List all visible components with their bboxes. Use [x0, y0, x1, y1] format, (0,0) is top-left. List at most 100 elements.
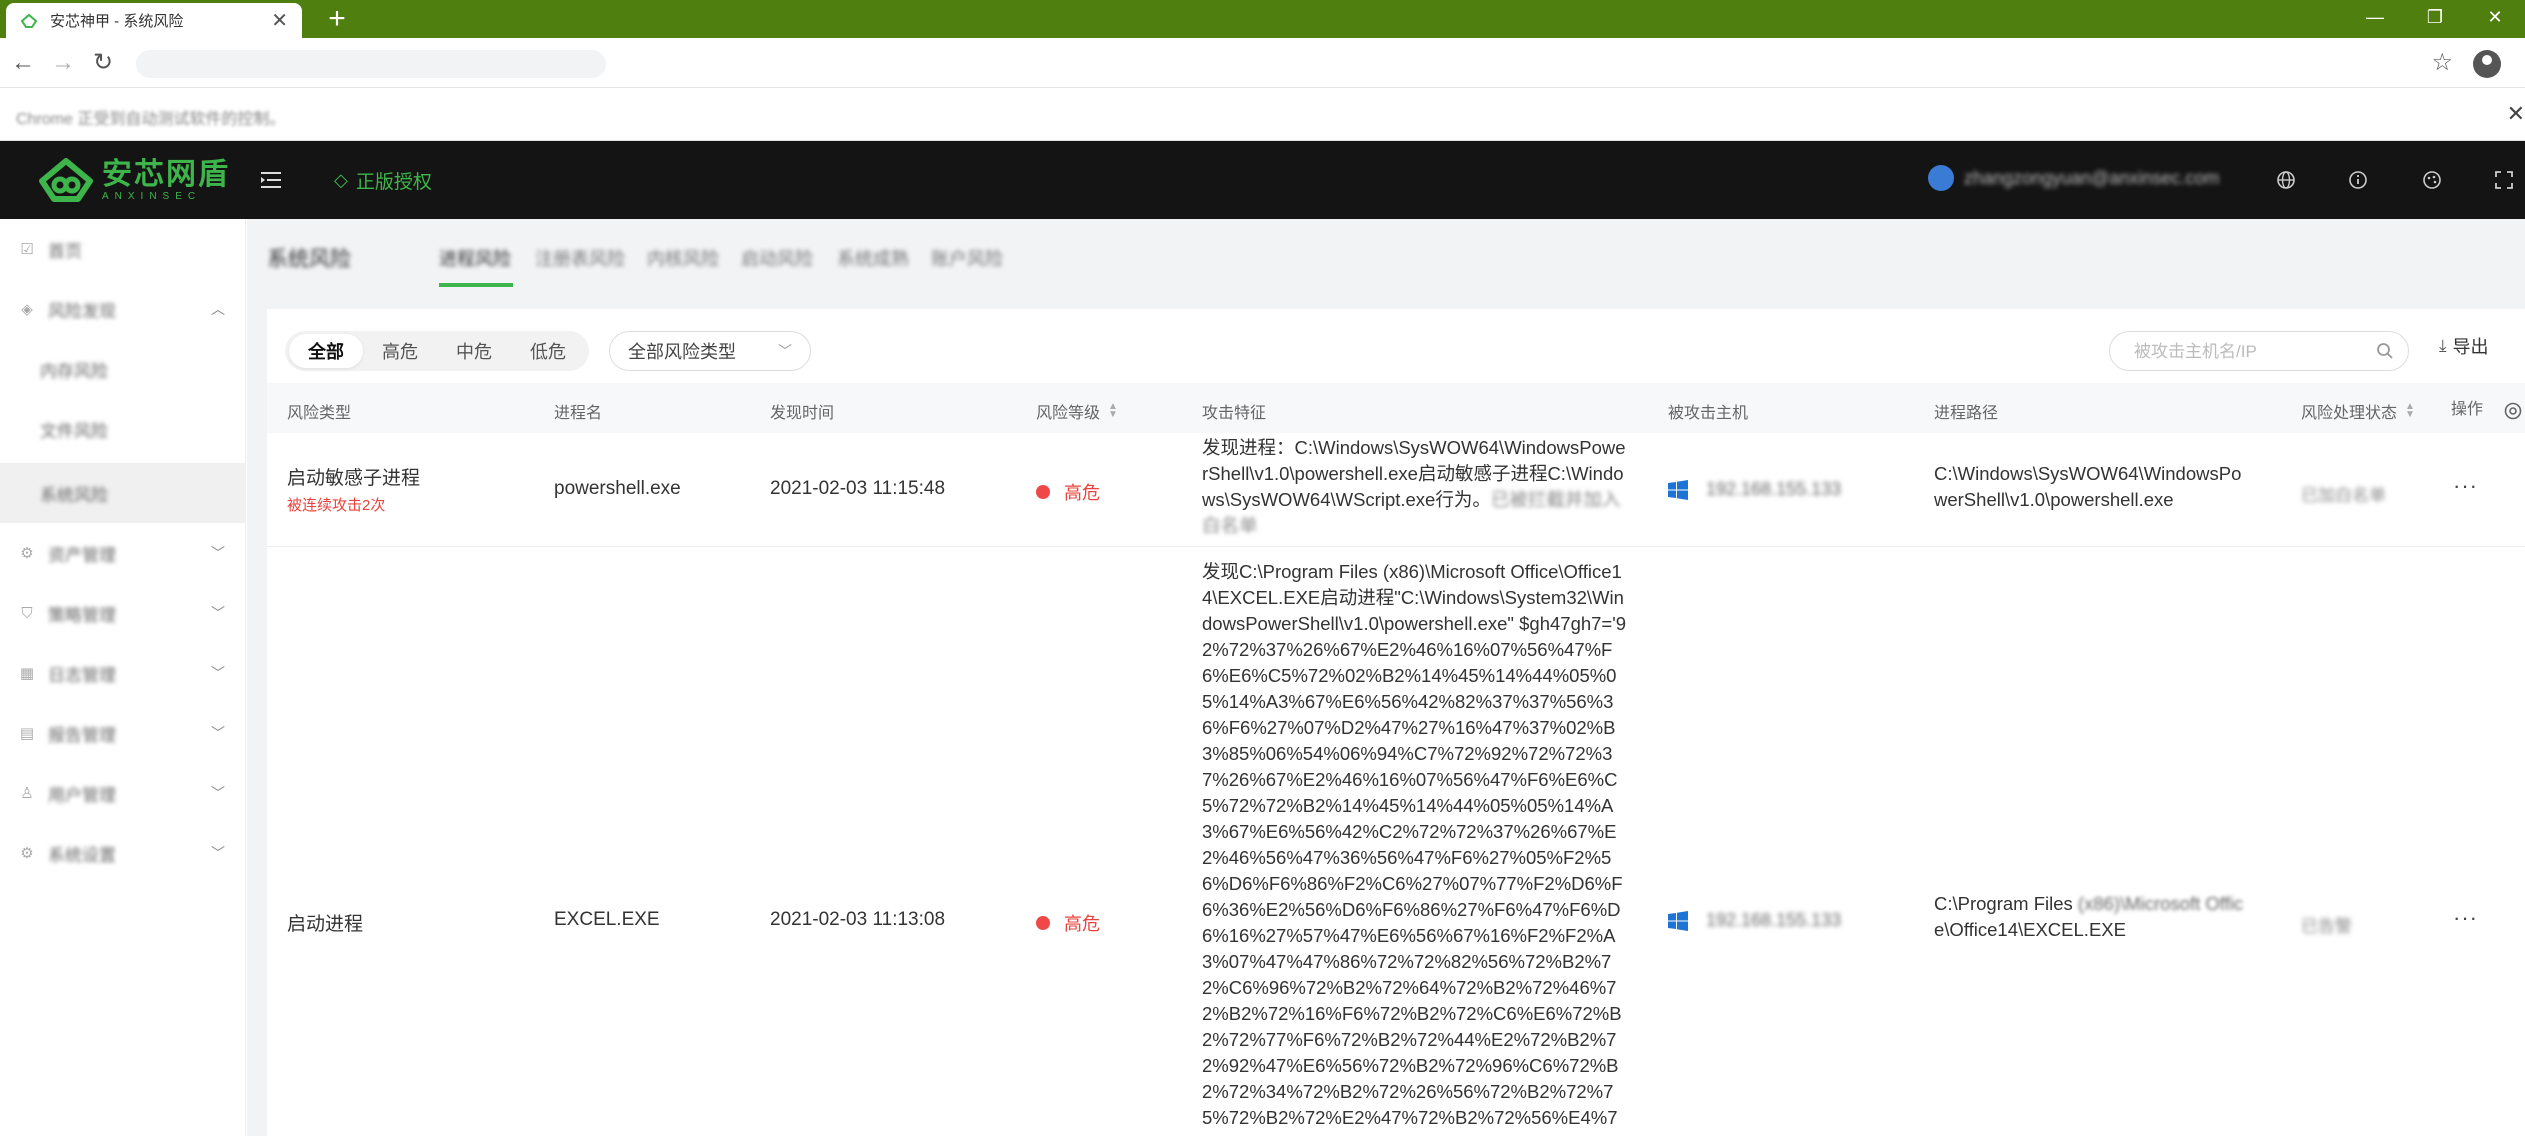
process-path: C:\Program Files (x86)\Microsoft Offic e\… — [1934, 891, 2252, 943]
sidebar-item-system-risk[interactable]: 系统风险 — [0, 463, 246, 523]
page-title: 系统风险 — [267, 248, 351, 271]
col-status-label: 风险处理状态 — [2301, 405, 2398, 422]
table-row[interactable]: 启动敏感子进程 被连续攻击2次 powershell.exe 2021-02-0… — [267, 433, 2525, 547]
active-tab-indicator — [439, 283, 513, 287]
filter-all-button[interactable]: 全部 — [289, 334, 363, 368]
tab-system-maturity[interactable]: 系统成熟 — [837, 245, 909, 271]
user-email: zhangzongyuan@anxinsec.com — [1964, 167, 2220, 188]
sidebar-item-policy[interactable]: ⛉ 策略管理 ﹀ — [0, 583, 246, 643]
attack-count: 被连续攻击2次 — [287, 497, 386, 514]
user-menu[interactable]: zhangzongyuan@anxinsec.com — [1928, 165, 2219, 191]
more-actions-icon[interactable]: ··· — [2453, 905, 2478, 931]
license-label: 正版授权 — [355, 172, 432, 193]
report-icon: ▤ — [19, 725, 35, 742]
chevron-down-icon: ﹀ — [211, 665, 225, 681]
sidebar-item-label: 系统风险 — [40, 485, 108, 505]
risk-type-cell: 启动进程 — [287, 909, 363, 936]
col-status[interactable]: 风险处理状态 ▲ ▼ — [2301, 399, 2415, 423]
tab-account-risk[interactable]: 账户风险 — [931, 245, 1003, 271]
tab-close-icon[interactable]: ✕ — [271, 8, 288, 33]
sidebar-item-label: 资产管理 — [48, 545, 116, 565]
restore-icon[interactable]: ❐ — [2405, 0, 2465, 34]
discover-time: 2021-02-03 11:15:48 — [770, 478, 946, 499]
app-logo[interactable]: 安芯网盾 ANXINSEC — [38, 155, 230, 205]
sidebar-item-logs[interactable]: ▦ 日志管理 ﹀ — [0, 643, 246, 703]
fullscreen-icon[interactable] — [2490, 166, 2518, 194]
chevron-down-icon: ﹀ — [211, 785, 225, 801]
sort-icon[interactable]: ▲ ▼ — [2405, 402, 2415, 420]
target-host[interactable]: 192.168.155.133 — [1668, 479, 1841, 500]
grid-icon: ▦ — [19, 665, 35, 682]
forward-arrow-icon[interactable]: → — [48, 48, 78, 78]
infobar-close-icon[interactable]: ✕ — [2507, 101, 2525, 127]
info-icon[interactable] — [2344, 166, 2372, 194]
sidebar-item-users[interactable]: ♙ 用户管理 ﹀ — [0, 763, 246, 823]
automation-infobar: Chrome 正受到自动测试软件的控制。 ✕ — [0, 89, 2525, 141]
sort-icon[interactable]: ▲ ▼ — [1108, 402, 1118, 420]
tab-startup-risk[interactable]: 启动风险 — [741, 245, 813, 271]
attack-feature: 发现C:\Program Files (x86)\Microsoft Offic… — [1202, 559, 1628, 1136]
risk-type: 启动进程 — [287, 914, 364, 935]
filter-high-button[interactable]: 高危 — [363, 334, 437, 368]
table-row[interactable]: 启动进程 EXCEL.EXE 2021-02-03 11:13:08 高危 发现… — [267, 547, 2525, 1136]
sidebar-item-file-risk[interactable]: 文件风险 — [0, 399, 246, 459]
window-close-icon[interactable]: ✕ — [2465, 0, 2525, 34]
app-favicon-icon — [20, 12, 38, 30]
download-icon: ⤓ — [2439, 336, 2447, 355]
col-action: 操作 — [2451, 401, 2484, 418]
check-square-icon: ☑ — [20, 241, 34, 258]
col-risk-level[interactable]: 风险等级 ▲ ▼ — [1036, 399, 1118, 423]
risk-level: 高危 — [1036, 479, 1100, 505]
risk-type-select[interactable]: 全部风险类型 ﹀ — [609, 331, 811, 371]
user-avatar — [1928, 165, 1954, 191]
filter-medium-button[interactable]: 中危 — [437, 334, 511, 368]
chevron-up-icon: ︿ — [211, 301, 225, 317]
minimize-icon[interactable]: — — [2345, 0, 2405, 34]
tab-registry-risk[interactable]: 注册表风险 — [535, 245, 625, 271]
theme-icon[interactable] — [2418, 166, 2446, 194]
settings-icon: ⚙ — [20, 845, 34, 862]
app-header: 安芯网盾 ANXINSEC ◇ 正版授权 zhangzongyuan@anxin… — [0, 141, 2525, 219]
browser-tab[interactable]: 安芯神甲 - 系统风险 ✕ — [6, 3, 302, 38]
risk-level-filter: 全部 高危 中危 低危 — [285, 331, 589, 371]
sidebar-item-label: 系统设置 — [48, 845, 116, 865]
reload-icon[interactable]: ↻ — [88, 48, 118, 78]
risk-type-select-value: 全部风险类型 — [628, 342, 736, 362]
risk-level-label: 高危 — [1064, 914, 1100, 934]
sidebar-item-risk[interactable]: ◈ 风险发现 ︿ — [0, 279, 246, 339]
sidebar-item-reports[interactable]: ▤ 报告管理 ﹀ — [0, 703, 246, 763]
handle-status: 已加白名单 — [2301, 486, 2386, 505]
target-host[interactable]: 192.168.155.133 — [1668, 910, 1841, 931]
export-button[interactable]: ⤓ 导出 — [2439, 333, 2489, 359]
sidebar-item-settings[interactable]: ⚙ 系统设置 ﹀ — [0, 823, 246, 883]
window-controls: — ❐ ✕ — [2345, 0, 2525, 34]
table-header: 风险类型 进程名 发现时间 风险等级 ▲ ▼ 攻击特征 被攻击主机 进程路径 风险… — [267, 383, 2525, 433]
sidebar-item-home[interactable]: ☑ 首页 — [0, 219, 246, 279]
tab-title: 安芯神甲 - 系统风险 — [50, 13, 184, 30]
back-arrow-icon[interactable]: ← — [8, 48, 38, 78]
attack-feature-text: 发现C:\Program Files (x86)\Microsoft Offic… — [1202, 561, 1627, 1136]
risk-level-label: 高危 — [1064, 483, 1100, 503]
sidebar-item-label: 报告管理 — [48, 725, 116, 745]
sidebar-item-memory-risk[interactable]: 内存风险 — [0, 339, 246, 399]
sidebar-item-assets[interactable]: ⚙ 资产管理 ﹀ — [0, 523, 246, 583]
tab-kernel-risk[interactable]: 内核风险 — [647, 245, 719, 271]
host-search-input[interactable] — [2134, 340, 2364, 364]
logo-text: 安芯网盾 — [102, 157, 230, 191]
process-name: powershell.exe — [554, 478, 681, 499]
license-link[interactable]: ◇ 正版授权 — [334, 167, 432, 194]
new-tab-button[interactable]: + — [322, 4, 352, 34]
globe-icon[interactable] — [2272, 166, 2300, 194]
column-settings-icon[interactable] — [2503, 401, 2523, 421]
url-input[interactable] — [136, 50, 606, 78]
tab-process-risk[interactable]: 进程风险 — [439, 245, 511, 271]
menu-toggle-icon[interactable] — [258, 167, 284, 193]
search-icon[interactable] — [2376, 342, 2394, 360]
export-label: 导出 — [2452, 337, 2489, 357]
more-actions-icon[interactable]: ··· — [2453, 473, 2478, 499]
handle-status: 已告警 — [2301, 917, 2352, 936]
chevron-down-icon: ﹀ — [211, 845, 225, 861]
bookmark-star-icon[interactable]: ☆ — [2431, 48, 2453, 77]
filter-low-button[interactable]: 低危 — [511, 334, 585, 368]
profile-icon[interactable] — [2473, 50, 2501, 78]
